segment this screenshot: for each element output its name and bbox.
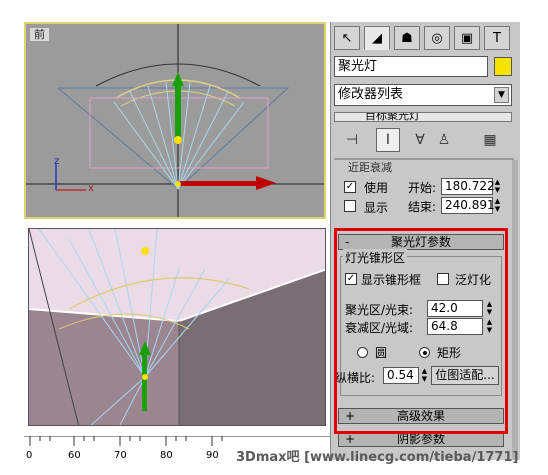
ruler-label: 80 (160, 450, 173, 461)
modifier-list-dropdown[interactable]: 修改器列表 ▼ (334, 84, 512, 106)
show-checkbox[interactable] (344, 200, 356, 212)
highlight-box (334, 228, 508, 434)
ruler-label: 60 (68, 450, 81, 461)
display-tab-icon[interactable]: ▣ (454, 26, 480, 50)
max-ui: 前 z x ↖ ◢ ☗ ◎ ▣ T 聚光灯 修改器列表 ▼ 目标聚光灯 ⊣ I … (0, 0, 548, 475)
ruler-label: 90 (206, 450, 219, 461)
configure-sets-icon[interactable]: ▦ (478, 128, 502, 152)
stack-tool-row: ⊣ I ∀ ♙ ▦ (334, 126, 512, 154)
panel-scrollbar[interactable] (512, 160, 518, 460)
show-label: 显示 (364, 201, 389, 215)
pin-stack-icon[interactable]: ⊣ (340, 128, 364, 152)
start-spinner[interactable]: ▲ ▼ (493, 178, 502, 195)
chevron-down-icon[interactable]: ▼ (494, 87, 509, 103)
hierarchy-tab-icon[interactable]: ☗ (394, 26, 420, 50)
object-name-field[interactable]: 聚光灯 (334, 56, 488, 77)
make-unique-icon[interactable]: ∀ (408, 128, 432, 152)
motion-tab-icon[interactable]: ◎ (424, 26, 450, 50)
use-checkbox[interactable]: ✓ (344, 181, 356, 193)
stack-item[interactable]: 目标聚光灯 (365, 113, 420, 121)
front-viewport[interactable]: 前 z x (24, 22, 326, 219)
end-value-field[interactable]: 240.891 (441, 197, 495, 214)
near-attenuation-group: 近距衰减 ✓ 使用 显示 开始: 180.722 ▲ ▼ 结束: 240.891 … (336, 161, 502, 217)
show-end-result-icon[interactable]: I (376, 128, 400, 152)
perspective-viewport-scene (29, 229, 325, 425)
front-viewport-scene (26, 24, 324, 217)
watermark-text: 3Dmax吧 [www.linecg.com/tieba/1771] (236, 450, 519, 465)
perspective-viewport[interactable] (28, 228, 326, 426)
start-value-field[interactable]: 180.722 (441, 178, 495, 195)
end-spinner[interactable]: ▲ ▼ (493, 197, 502, 214)
group-title: 近距衰减 (348, 161, 392, 174)
modifier-list-label: 修改器列表 (338, 87, 404, 102)
front-viewport-label[interactable]: 前 (30, 28, 49, 41)
ruler-label: 0 (26, 450, 33, 461)
use-label: 使用 (364, 181, 389, 195)
end-label: 结束: (408, 200, 437, 214)
modify-tab-icon[interactable]: ◢ (364, 26, 390, 50)
axis-x-label: x (88, 183, 94, 194)
modifier-stack[interactable]: 目标聚光灯 (334, 112, 512, 122)
axis-z-label: z (54, 156, 60, 167)
start-label: 开始: (408, 181, 437, 195)
rollout-title: 阴影参数 (396, 432, 445, 446)
remove-modifier-icon[interactable]: ♙ (432, 128, 456, 152)
create-tab-icon[interactable]: ↖ (334, 26, 360, 50)
utilities-tab-icon[interactable]: T (484, 26, 510, 50)
ruler-label: 70 (114, 450, 127, 461)
command-panel-tabs: ↖ ◢ ☗ ◎ ▣ T (334, 26, 514, 50)
object-color-swatch[interactable] (494, 57, 512, 76)
